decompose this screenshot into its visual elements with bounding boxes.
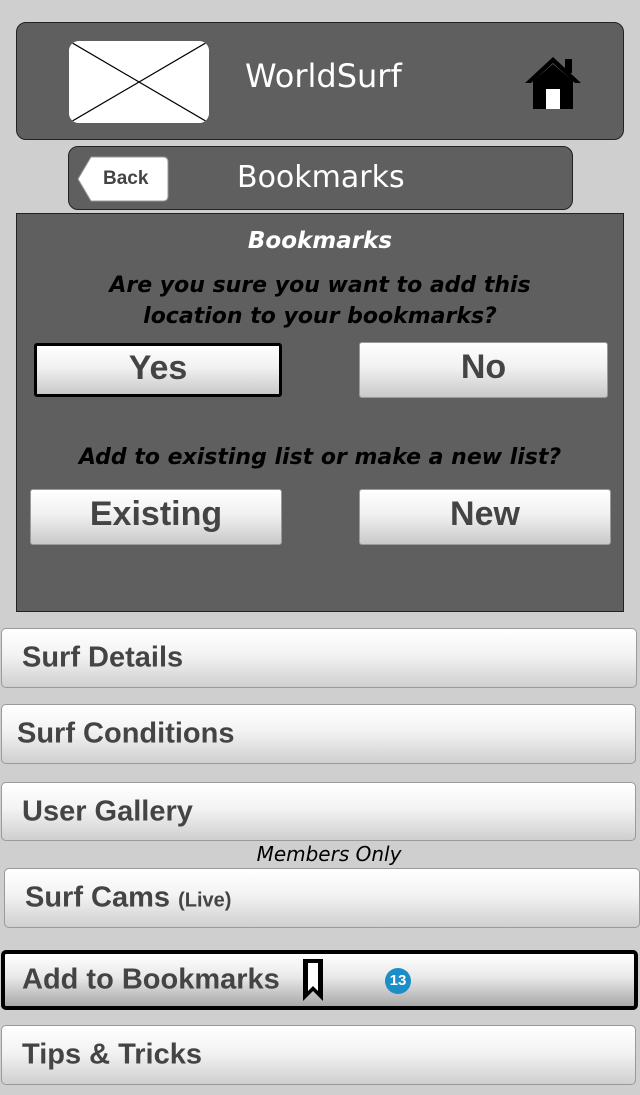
nav-title: Bookmarks [237,160,405,195]
app-title: WorldSurf [245,57,402,95]
menu-item-label: Surf Cams (Live) [25,882,231,915]
confirm-question-line1: Are you sure you want to add this [109,273,531,298]
menu-item-label: User Gallery [22,795,193,827]
step-number-badge: 13 [385,968,411,994]
menu-item-tips-tricks[interactable]: Tips & Tricks [1,1025,636,1085]
live-label: (Live) [178,889,232,912]
menu-item-surf-conditions[interactable]: Surf Conditions [1,704,636,764]
new-list-button[interactable]: New [359,489,611,545]
menu-item-label: Tips & Tricks [22,1038,202,1071]
no-button[interactable]: No [359,342,608,398]
dialog-title: Bookmarks [247,228,393,254]
back-button[interactable]: Back [77,156,169,202]
bookmark-dialog: Bookmarks Are you sure you want to add t… [16,213,624,612]
members-only-label: Members Only [256,842,402,866]
surf-cams-label: Surf Cams [25,881,171,914]
menu-item-surf-cams[interactable]: Surf Cams (Live) [4,868,640,928]
menu-item-add-to-bookmarks[interactable]: Add to Bookmarks 13 [1,950,638,1010]
back-label: Back [103,168,149,189]
yes-button[interactable]: Yes [34,343,282,397]
list-question: Add to existing list or make a new list? [78,445,562,470]
menu-item-label: Add to Bookmarks [22,963,280,996]
confirm-question-line2: location to your bookmarks? [143,304,497,329]
home-icon[interactable] [523,53,583,111]
bookmark-icon [303,959,323,1001]
menu-item-surf-details[interactable]: Surf Details [1,628,637,688]
nav-bar: Back Bookmarks [68,146,573,210]
app-header: WorldSurf [16,22,624,140]
logo-placeholder-icon [69,41,209,123]
menu-item-label: Surf Conditions [17,717,235,750]
menu-item-user-gallery[interactable]: User Gallery [1,782,636,841]
menu-item-label: Surf Details [22,641,184,674]
existing-list-button[interactable]: Existing [30,489,282,545]
